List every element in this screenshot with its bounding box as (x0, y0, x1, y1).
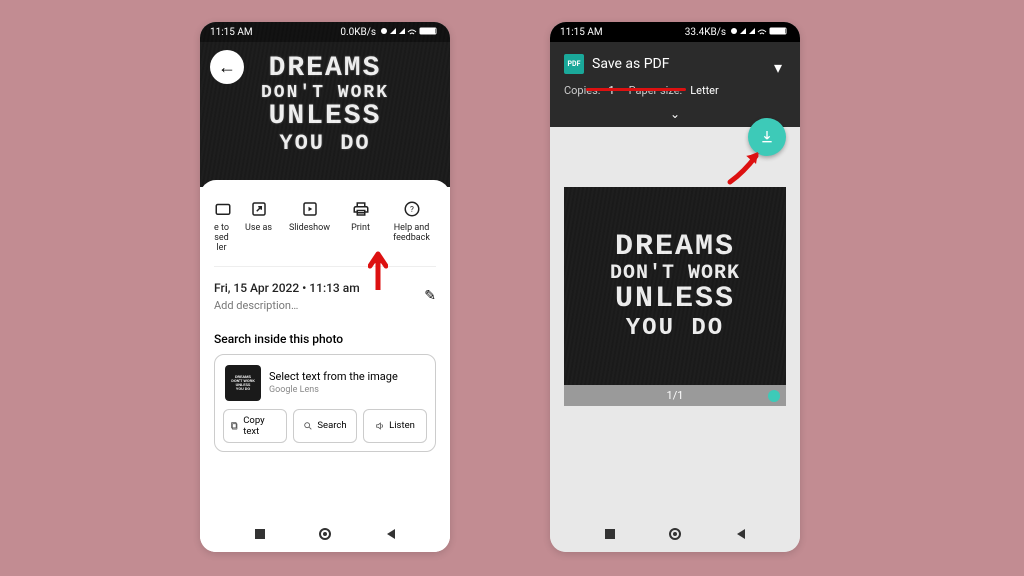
action-label: Help and feedback (393, 224, 430, 244)
status-time: 11:15 AM (560, 27, 603, 38)
search-icon (303, 421, 313, 431)
download-pdf-icon (759, 129, 775, 145)
phone-screen-print: 11:15 AM 33.4KB/s PDF Save as PDF ▾ Copi… (550, 22, 800, 552)
status-icons (380, 26, 440, 39)
hero-line: UNLESS (269, 102, 382, 131)
folder-icon (214, 200, 232, 218)
page-counter-text: 1/1 (667, 389, 684, 402)
preview-line: DON'T WORK (610, 263, 740, 284)
nav-home-icon[interactable] (669, 528, 681, 540)
android-nav-bar (200, 516, 450, 552)
lens-title: Select text from the image (269, 370, 398, 383)
print-destination-text: Save as PDF (592, 56, 670, 72)
details-sheet: e to sed ler Use as Slideshow Print ? He… (200, 180, 450, 552)
android-nav-bar (550, 516, 800, 552)
action-label: e to sed ler (214, 224, 229, 254)
action-item-print[interactable]: Print (336, 200, 385, 254)
status-bar: 11:15 AM 33.4KB/s (550, 22, 800, 42)
print-preview-area: DREAMS DON'T WORK UNLESS YOU DO 1/1 (550, 127, 800, 406)
action-label: Use as (245, 224, 272, 234)
nav-recent-icon[interactable] (254, 528, 266, 540)
pdf-icon: PDF (564, 54, 584, 74)
lens-thumbnail: DREAMSDON'T WORKUNLESSYOU DO (225, 365, 261, 401)
action-label: Print (351, 224, 370, 234)
status-rate: 33.4KB/s (685, 27, 726, 38)
action-item-slideshow[interactable]: Slideshow (285, 200, 334, 254)
action-row: e to sed ler Use as Slideshow Print ? He… (214, 194, 436, 267)
chevron-down-icon: ⌄ (670, 107, 680, 121)
lens-subtitle: Google Lens (269, 385, 398, 395)
preview-line: DREAMS (615, 232, 735, 264)
page-selected-check-icon[interactable] (768, 390, 780, 402)
hero-line: DREAMS (269, 54, 382, 83)
chip-label: Search (317, 420, 346, 431)
speaker-icon (375, 421, 385, 431)
nav-recent-icon[interactable] (604, 528, 616, 540)
play-icon (301, 200, 319, 218)
search-chip[interactable]: Search (293, 409, 357, 443)
lens-card: DREAMSDON'T WORKUNLESSYOU DO Select text… (214, 354, 436, 452)
action-item-clipped[interactable]: e to sed ler (214, 200, 232, 254)
print-options-row: Copies: 1 Paper size: Letter (550, 80, 800, 105)
photo-description-input[interactable]: Add description… (214, 299, 360, 312)
copy-text-chip[interactable]: Copy text (223, 409, 287, 443)
action-item-help[interactable]: ? Help and feedback (387, 200, 436, 254)
preview-line: YOU DO (626, 316, 724, 341)
photo-hero: DREAMS DON'T WORK UNLESS YOU DO (200, 22, 450, 187)
chip-label: Copy text (243, 415, 280, 437)
phone-screen-photo-details: DREAMS DON'T WORK UNLESS YOU DO 11:15 AM… (200, 22, 450, 552)
paper-size-value[interactable]: Letter (690, 84, 719, 97)
status-time: 11:15 AM (210, 27, 253, 38)
preview-line: UNLESS (615, 284, 735, 316)
chevron-down-icon: ▾ (774, 58, 782, 77)
action-item-use-as[interactable]: Use as (234, 200, 283, 254)
edit-icon[interactable]: ✎ (424, 288, 436, 304)
back-button[interactable]: ← (210, 50, 244, 84)
action-label: Slideshow (289, 224, 330, 234)
meta-row: Fri, 15 Apr 2022 • 11:13 am Add descript… (214, 267, 436, 320)
listen-chip[interactable]: Listen (363, 409, 427, 443)
status-icons (730, 26, 790, 39)
arrow-left-icon: ← (218, 57, 236, 78)
copy-icon (230, 421, 239, 431)
svg-text:?: ? (410, 205, 414, 215)
chip-label: Listen (389, 420, 415, 431)
status-bar: 11:15 AM 0.0KB/s (200, 22, 450, 42)
help-icon: ? (403, 200, 421, 218)
status-rate: 0.0KB/s (340, 27, 376, 38)
lens-main-row[interactable]: DREAMSDON'T WORKUNLESSYOU DO Select text… (223, 363, 427, 409)
hero-line: YOU DO (279, 132, 370, 155)
nav-back-icon[interactable] (735, 528, 747, 540)
save-pdf-fab[interactable] (748, 118, 786, 156)
external-icon (250, 200, 268, 218)
photo-datetime: Fri, 15 Apr 2022 • 11:13 am (214, 281, 360, 295)
hero-line: DON'T WORK (261, 84, 389, 103)
nav-back-icon[interactable] (385, 528, 397, 540)
page-counter-bar: 1/1 (564, 385, 786, 406)
search-section-label: Search inside this photo (214, 332, 436, 346)
print-destination-row[interactable]: PDF Save as PDF ▾ (550, 48, 800, 80)
nav-home-icon[interactable] (319, 528, 331, 540)
printer-icon (352, 200, 370, 218)
print-header: PDF Save as PDF ▾ Copies: 1 Paper size: … (550, 42, 800, 127)
annotation-underline-save-as-pdf (586, 88, 686, 91)
page-preview[interactable]: DREAMS DON'T WORK UNLESS YOU DO (564, 187, 786, 385)
